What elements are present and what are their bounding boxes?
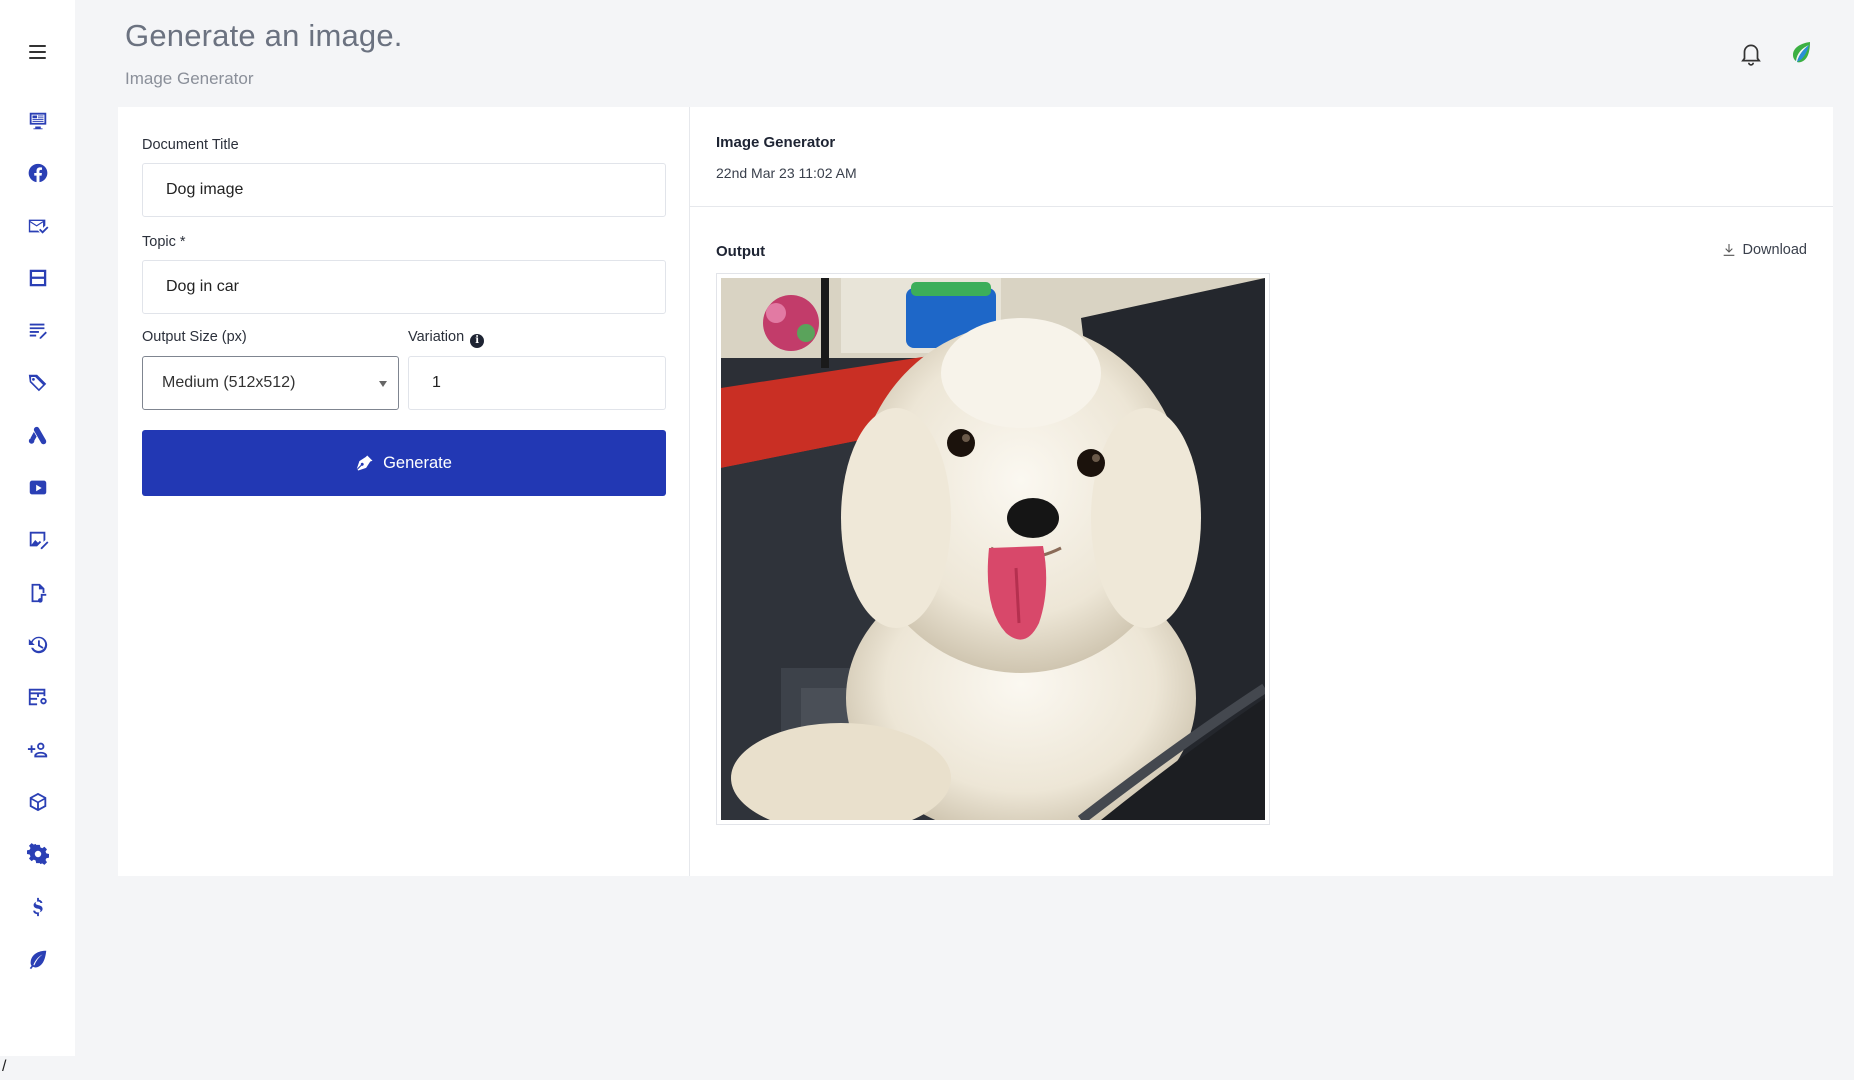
sidebar-item-audio[interactable]	[23, 578, 53, 608]
gear-icon	[26, 843, 49, 866]
info-icon[interactable]: i	[470, 334, 485, 348]
google-ads-icon	[28, 427, 46, 445]
sidebar-item-dashboard[interactable]	[23, 106, 53, 136]
document-title-label: Document Title	[142, 137, 239, 153]
notification-bell-icon[interactable]	[1738, 40, 1764, 66]
youtube-icon	[29, 480, 46, 495]
topic-label: Topic *	[142, 234, 186, 250]
add-user-icon	[27, 742, 47, 758]
chevron-down-icon	[379, 381, 387, 387]
output-size-select[interactable]: Medium (512x512)	[142, 356, 399, 410]
menu-toggle-icon[interactable]	[26, 40, 50, 64]
generated-image-frame	[716, 273, 1270, 825]
sidebar-item-package[interactable]	[23, 787, 53, 817]
dollar-icon	[32, 897, 43, 917]
output-panel-header: Image Generator 22nd Mar 23 11:02 AM	[690, 107, 1833, 207]
sidebar-item-image-edit[interactable]	[23, 525, 53, 555]
sidebar-item-settings[interactable]	[23, 839, 53, 869]
sidebar-item-ads[interactable]	[23, 420, 53, 450]
document-title-input[interactable]	[142, 163, 666, 217]
layout-icon	[29, 269, 46, 287]
sidebar-item-facebook[interactable]	[23, 158, 53, 188]
pen-nib-icon	[356, 455, 373, 471]
sidebar-item-youtube[interactable]	[23, 473, 53, 503]
sidebar-item-table-settings[interactable]	[23, 682, 53, 712]
output-panel-title: Image Generator	[716, 134, 836, 151]
brand-logo[interactable]	[1788, 40, 1814, 66]
sidebar-item-layout[interactable]	[23, 263, 53, 293]
topic-input[interactable]	[142, 260, 666, 314]
sidebar-nav	[23, 106, 53, 997]
generate-button[interactable]: Generate	[142, 430, 666, 496]
download-icon	[1723, 244, 1734, 256]
variation-input[interactable]	[408, 356, 666, 410]
table-settings-icon	[28, 689, 47, 706]
tag-icon	[28, 374, 46, 392]
package-icon	[29, 792, 46, 812]
page-subtitle: Image Generator	[125, 69, 254, 88]
sidebar-item-add-user[interactable]	[23, 735, 53, 765]
variation-label-wrap: Variation i	[408, 329, 485, 348]
download-button[interactable]: Download	[1721, 242, 1808, 258]
sidebar-item-document[interactable]	[23, 316, 53, 346]
sidebar-item-history[interactable]	[23, 630, 53, 660]
image-edit-icon	[29, 531, 48, 550]
output-size-value: Medium (512x512)	[162, 374, 296, 391]
output-label: Output	[716, 243, 766, 260]
variation-label: Variation	[408, 329, 465, 345]
output-timestamp: 22nd Mar 23 11:02 AM	[716, 165, 857, 181]
history-icon	[28, 636, 47, 654]
sidebar-item-brand[interactable]	[23, 944, 53, 974]
sidebar-item-email[interactable]	[23, 211, 53, 241]
download-label: Download	[1742, 242, 1808, 258]
monitor-icon	[29, 112, 46, 130]
generator-form: Document Title Topic * Output Size (px) …	[118, 107, 690, 876]
audio-file-icon	[31, 583, 46, 603]
output-size-label: Output Size (px)	[142, 329, 247, 345]
document-edit-icon	[29, 323, 47, 339]
sidebar	[0, 0, 75, 1056]
generate-label: Generate	[383, 453, 452, 472]
facebook-icon	[28, 164, 47, 183]
output-panel: Image Generator 22nd Mar 23 11:02 AM Out…	[690, 107, 1833, 876]
sidebar-item-tags[interactable]	[23, 368, 53, 398]
page-title: Generate an image.	[125, 18, 403, 53]
generated-dog-image[interactable]	[721, 278, 1265, 820]
sidebar-item-billing[interactable]	[23, 892, 53, 922]
leaf-icon	[29, 951, 46, 970]
footer-slash: /	[2, 1058, 7, 1075]
email-check-icon	[28, 219, 48, 234]
